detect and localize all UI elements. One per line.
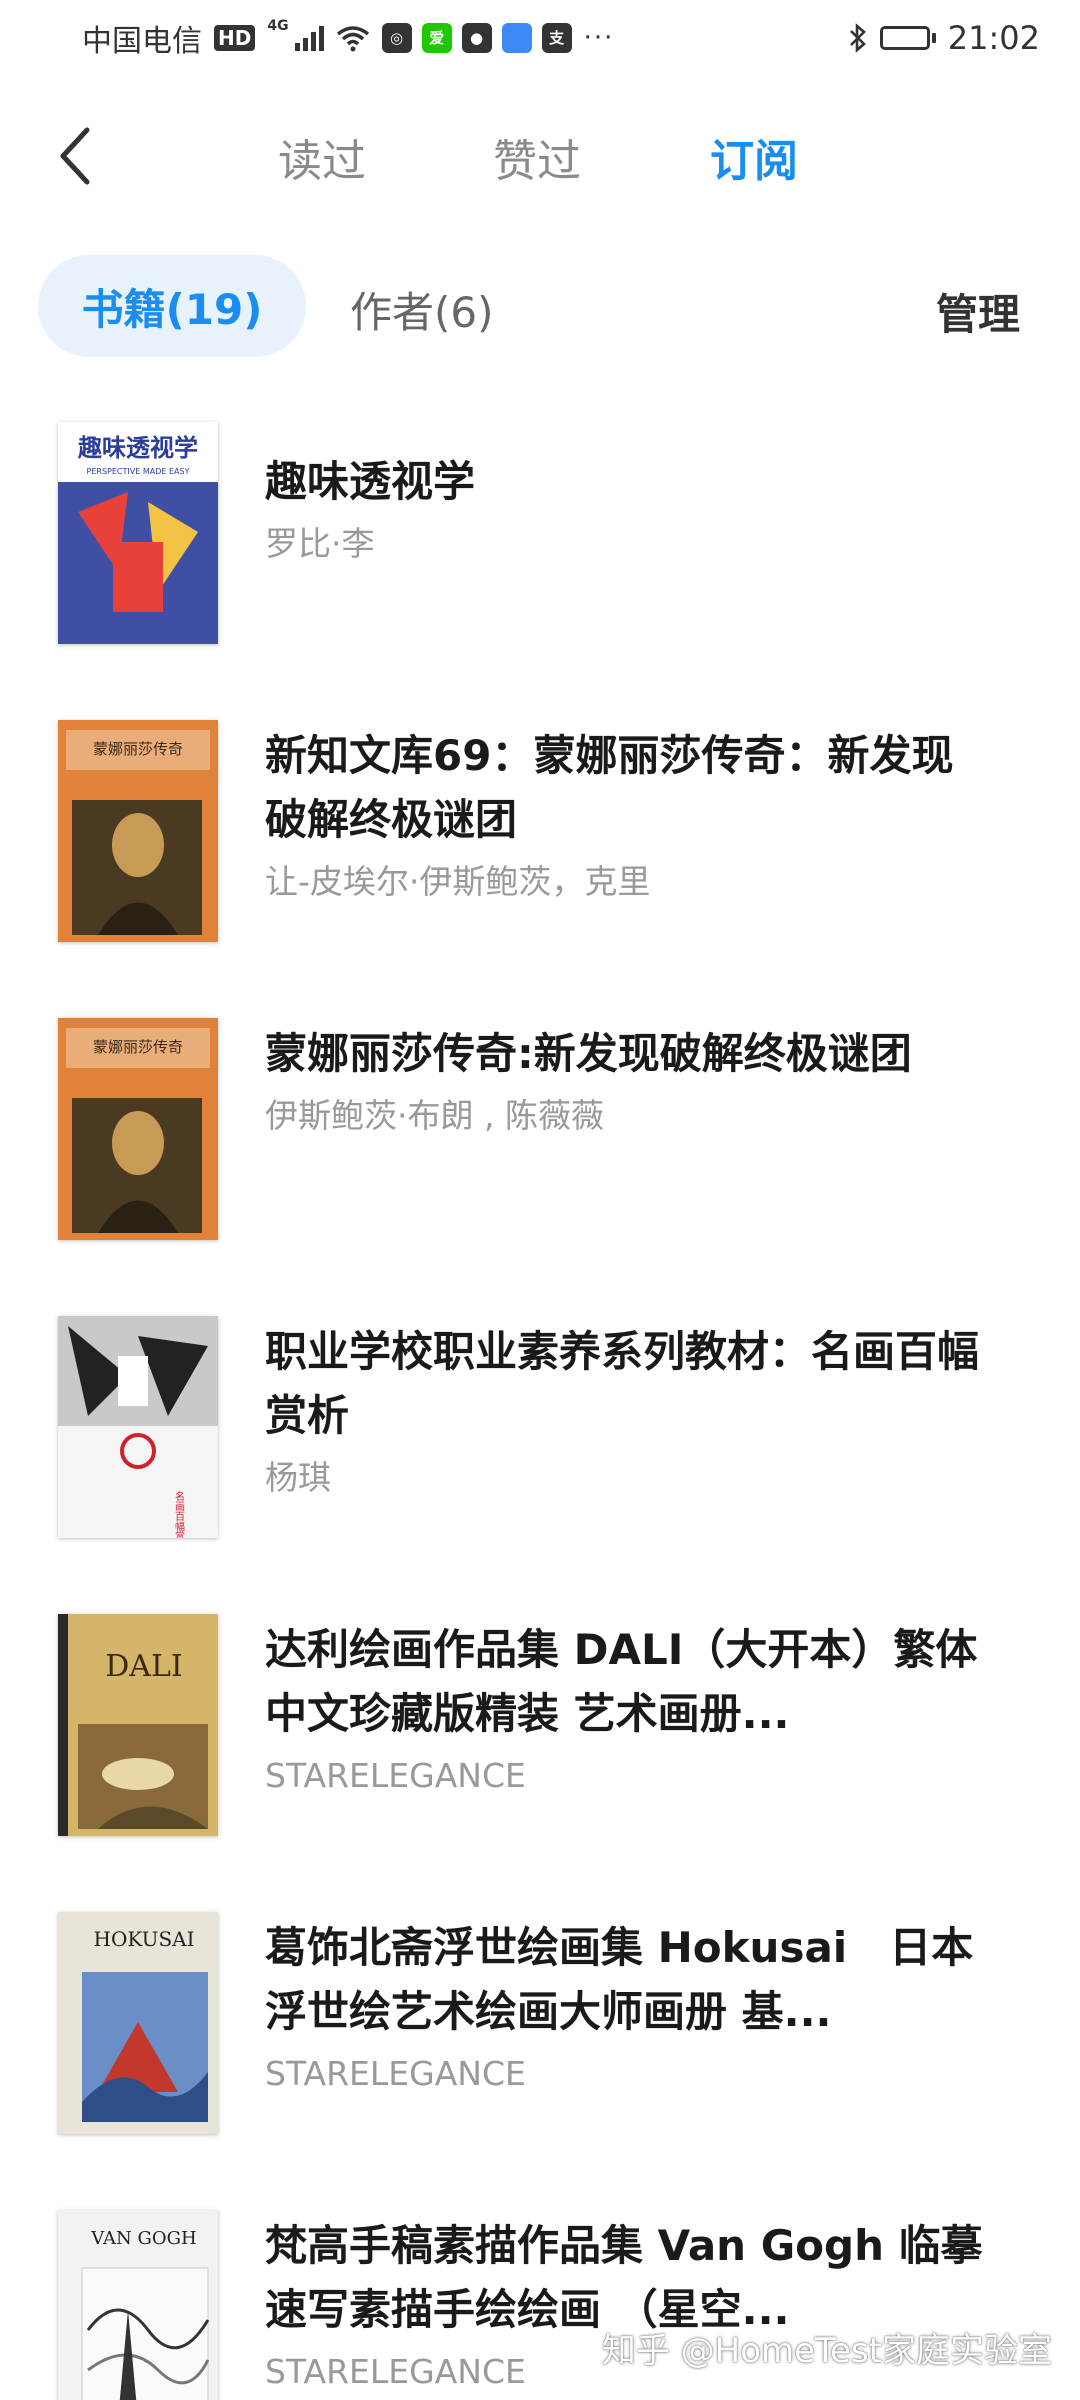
status-bar: 中国电信 HD 4G ◎ 爱 ● 支 ··· 21:02: [0, 0, 1080, 75]
notification-icons: ◎ 爱 ● 支: [381, 22, 572, 53]
svg-text:HOKUSAI: HOKUSAI: [94, 1927, 195, 1951]
cover-art: HOKUSAI: [58, 1912, 218, 2134]
watermark: 知乎 @HomeTest家庭实验室: [601, 2331, 1052, 2371]
book-info: 葛饰北斋浮世绘画集 Hokusai 日本浮世绘艺术绘画大师画册 基... STAR…: [265, 1916, 985, 2096]
book-author: 让-皮埃尔·伊斯鲍茨，克里: [265, 862, 651, 901]
chevron-left-icon: [60, 127, 90, 185]
alipay-icon: 支: [541, 22, 572, 53]
cover-art: 蒙娜丽莎传奇: [58, 1018, 218, 1240]
battery-icon: [879, 25, 936, 50]
app-screen: 中国电信 HD 4G ◎ 爱 ● 支 ··· 21:02 读过 赞过 订阅 书籍…: [0, 0, 1080, 2400]
book-info: 达利绘画作品集 DALI（大开本）繁体中文珍藏版精装 艺术画册... STAREL…: [265, 1618, 985, 1798]
iqiyi-icon: 爱: [421, 22, 452, 53]
book-author: 伊斯鲍茨·布朗 , 陈薇薇: [265, 1096, 604, 1135]
status-right: 21:02: [848, 19, 1040, 57]
svg-text:DALI: DALI: [105, 1649, 183, 1684]
book-title[interactable]: 达利绘画作品集 DALI（大开本）繁体中文珍藏版精装 艺术画册...: [265, 1618, 985, 1746]
message-bubble-icon: ●: [461, 22, 492, 53]
carrier-label: 中国电信: [82, 23, 202, 59]
cover-art: DALI: [58, 1614, 218, 1836]
book-cover[interactable]: HOKUSAI: [58, 1912, 218, 2134]
book-cover[interactable]: 蒙娜丽莎传奇: [58, 1018, 218, 1240]
cover-art: 名画百幅赏析: [58, 1316, 218, 1538]
top-navigation: 读过 赞过 订阅: [0, 110, 1080, 200]
book-author: 杨琪: [265, 1458, 331, 1497]
sub-tabs: 书籍(19) 作者(6) 管理: [0, 255, 1080, 360]
cover-art: VAN GOGH: [58, 2210, 218, 2400]
more-notifications: ···: [583, 22, 615, 53]
book-title[interactable]: 蒙娜丽莎传奇:新发现破解终极谜团: [265, 1022, 985, 1086]
sub-tab-authors[interactable]: 作者(6): [350, 279, 494, 340]
svg-text:蒙娜丽莎传奇: 蒙娜丽莎传奇: [93, 1038, 183, 1056]
book-list-item[interactable]: 蒙娜丽莎传奇 蒙娜丽莎传奇:新发现破解终极谜团伊斯鲍茨·布朗 , 陈薇薇: [0, 1006, 1080, 1266]
book-author: STARELEGANCE: [265, 2054, 526, 2093]
book-list-item[interactable]: 名画百幅赏析 职业学校职业素养系列教材：名画百幅赏析杨琪: [0, 1304, 1080, 1564]
network-type: 4G: [267, 17, 289, 34]
tab-subscribed[interactable]: 订阅: [710, 125, 798, 189]
book-info: 蒙娜丽莎传奇:新发现破解终极谜团伊斯鲍茨·布朗 , 陈薇薇: [265, 1022, 985, 1138]
book-author: STARELEGANCE: [265, 1756, 526, 1795]
svg-text:趣味透视学: 趣味透视学: [77, 434, 198, 462]
book-list-item[interactable]: HOKUSAI 葛饰北斋浮世绘画集 Hokusai 日本浮世绘艺术绘画大师画册 基…: [0, 1900, 1080, 2160]
book-title[interactable]: 新知文库69：蒙娜丽莎传奇：新发现破解终极谜团: [265, 724, 985, 852]
wifi-icon: [336, 25, 369, 51]
status-left: 中国电信 HD 4G ◎ 爱 ● 支 ···: [82, 16, 614, 60]
book-cover[interactable]: VAN GOGH: [58, 2210, 218, 2400]
netease-music-icon: ◎: [381, 22, 412, 53]
hd-badge: HD: [214, 24, 256, 51]
book-cover[interactable]: 趣味透视学 PERSPECTIVE MADE EASY: [58, 422, 218, 644]
svg-text:蒙娜丽莎传奇: 蒙娜丽莎传奇: [93, 740, 183, 758]
svg-text:名画百幅赏析: 名画百幅赏析: [173, 1490, 185, 1538]
book-list-item[interactable]: DALI 达利绘画作品集 DALI（大开本）繁体中文珍藏版精装 艺术画册... ST…: [0, 1602, 1080, 1862]
book-cover[interactable]: DALI: [58, 1614, 218, 1836]
book-cover[interactable]: 蒙娜丽莎传奇: [58, 720, 218, 942]
clock: 21:02: [947, 18, 1040, 57]
tab-read[interactable]: 读过: [278, 125, 366, 189]
back-button[interactable]: [45, 124, 105, 188]
bluetooth-icon: [849, 22, 866, 53]
sub-tab-books[interactable]: 书籍(19): [38, 255, 306, 357]
cover-art: 蒙娜丽莎传奇: [58, 720, 218, 942]
book-title[interactable]: 趣味透视学: [265, 450, 985, 514]
tab-liked[interactable]: 赞过: [493, 125, 581, 189]
book-info: 职业学校职业素养系列教材：名画百幅赏析杨琪: [265, 1320, 985, 1500]
cover-art: 趣味透视学 PERSPECTIVE MADE EASY: [58, 422, 218, 644]
manage-button[interactable]: 管理: [936, 281, 1020, 342]
svg-text:PERSPECTIVE MADE EASY: PERSPECTIVE MADE EASY: [87, 467, 190, 476]
book-author: 罗比·李: [265, 524, 375, 563]
signal-icon: [294, 25, 324, 51]
svg-text:VAN GOGH: VAN GOGH: [90, 2228, 196, 2249]
book-list-item[interactable]: 蒙娜丽莎传奇 新知文库69：蒙娜丽莎传奇：新发现破解终极谜团让-皮埃尔·伊斯鲍茨，…: [0, 708, 1080, 968]
book-info: 新知文库69：蒙娜丽莎传奇：新发现破解终极谜团让-皮埃尔·伊斯鲍茨，克里: [265, 724, 985, 904]
book-title[interactable]: 葛饰北斋浮世绘画集 Hokusai 日本浮世绘艺术绘画大师画册 基...: [265, 1916, 985, 2044]
book-list-item[interactable]: 趣味透视学 PERSPECTIVE MADE EASY 趣味透视学罗比·李: [0, 410, 1080, 670]
book-title[interactable]: 职业学校职业素养系列教材：名画百幅赏析: [265, 1320, 985, 1448]
book-cover[interactable]: 名画百幅赏析: [58, 1316, 218, 1538]
book-info: 趣味透视学罗比·李: [265, 450, 985, 566]
app-blue-icon: [501, 22, 532, 53]
